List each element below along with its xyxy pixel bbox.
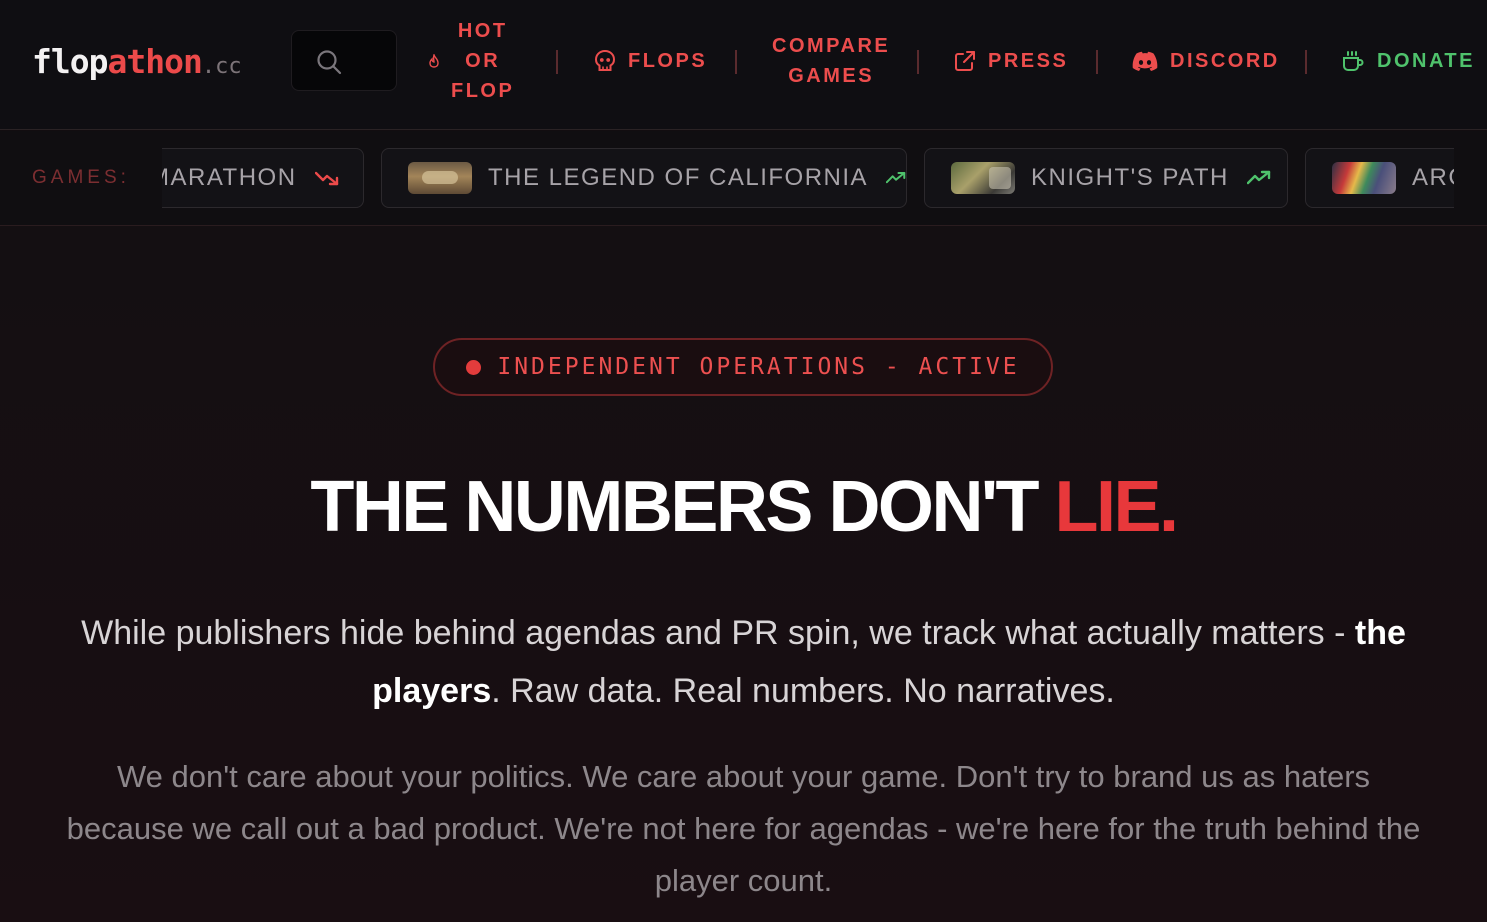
logo-text-flop: flop	[32, 42, 108, 81]
headline-accent: LIE.	[1054, 467, 1180, 547]
nav-separator	[556, 50, 558, 74]
ticker-track: MARATHON THE LEGEND OF CALIFORNIA KNIGHT…	[162, 131, 1454, 226]
nav-flops[interactable]: FLOPS	[594, 46, 707, 76]
ticker-game-name: MARATHON	[162, 164, 297, 191]
nav-separator	[1305, 50, 1307, 74]
search-button[interactable]	[291, 30, 397, 91]
logo-text-domain: .cc	[201, 54, 242, 79]
ticker-game-arc[interactable]: ARC	[1305, 148, 1454, 208]
trending-down-icon	[314, 171, 338, 186]
coffee-icon	[1343, 51, 1364, 71]
nav-hot-or-flop-line1: HOT	[457, 20, 508, 42]
site-logo[interactable]: flopathon.cc	[32, 42, 242, 81]
hero-sub-paragraph: We don't care about your politics. We ca…	[66, 759, 1421, 898]
game-thumbnail	[408, 162, 472, 194]
trending-up-icon	[1246, 170, 1271, 185]
top-nav-bar: flopathon.cc HOT OR FLOP FLOPS COMPARE G…	[0, 0, 1487, 130]
nav-discord[interactable]: DISCORD	[1132, 46, 1280, 76]
nav-separator	[735, 50, 737, 74]
nav-discord-label: DISCORD	[1170, 50, 1280, 72]
ticker-game-name: ARC	[1412, 164, 1454, 191]
status-text: INDEPENDENT OPERATIONS - ACTIVE	[497, 354, 1020, 380]
nav-compare-games-line1: COMPARE	[772, 35, 891, 57]
external-link-icon	[955, 51, 975, 71]
page-title: THE NUMBERS DON'T LIE.	[0, 466, 1487, 548]
game-thumbnail	[951, 162, 1015, 194]
nav-separator	[917, 50, 919, 74]
nav-donate[interactable]: DONATE	[1341, 46, 1475, 76]
nav-donate-label: DONATE	[1377, 50, 1475, 72]
discord-icon	[1132, 51, 1158, 71]
ticker-game-legend-of-california[interactable]: THE LEGEND OF CALIFORNIA	[381, 148, 907, 208]
lead-text-after: . Raw data. Real numbers. No narratives.	[491, 672, 1115, 710]
hero-lead-paragraph: While publishers hide behind agendas and…	[60, 604, 1427, 720]
ticker-game-name: THE LEGEND OF CALIFORNIA	[488, 164, 869, 191]
nav-hot-or-flop[interactable]: HOT OR FLOP	[429, 16, 514, 106]
headline-main: THE NUMBERS DON'T	[310, 467, 1055, 547]
lead-text-before: While publishers hide behind agendas and…	[81, 614, 1355, 652]
trending-up-icon	[886, 172, 906, 184]
nav-press-label: PRESS	[988, 50, 1069, 72]
ticker-game-marathon[interactable]: MARATHON	[162, 148, 364, 208]
search-icon	[317, 50, 342, 75]
ticker-game-knights-path[interactable]: KNIGHT'S PATH	[924, 148, 1288, 208]
status-badge: INDEPENDENT OPERATIONS - ACTIVE	[433, 338, 1053, 396]
games-label: GAMES:	[32, 167, 130, 188]
skull-icon	[594, 49, 616, 71]
game-thumbnail	[1332, 162, 1396, 194]
nav-flops-label: FLOPS	[628, 50, 708, 72]
flame-icon	[429, 54, 439, 68]
nav-compare-games[interactable]: COMPARE GAMES	[772, 31, 890, 91]
nav-separator	[1096, 50, 1098, 74]
nav-compare-games-line2: GAMES	[788, 65, 875, 87]
games-ticker: GAMES: MARATHON THE LEGEND OF CALIFORNIA	[0, 131, 1487, 226]
logo-text-athon: athon	[107, 42, 202, 81]
nav-press[interactable]: PRESS	[954, 46, 1068, 76]
status-dot-icon	[466, 359, 482, 375]
nav-hot-or-flop-line2: OR	[465, 50, 501, 72]
hero-section: INDEPENDENT OPERATIONS - ACTIVE THE NUMB…	[0, 226, 1487, 922]
ticker-game-name: KNIGHT'S PATH	[1031, 164, 1229, 191]
nav-hot-or-flop-line3: FLOP	[451, 80, 515, 102]
